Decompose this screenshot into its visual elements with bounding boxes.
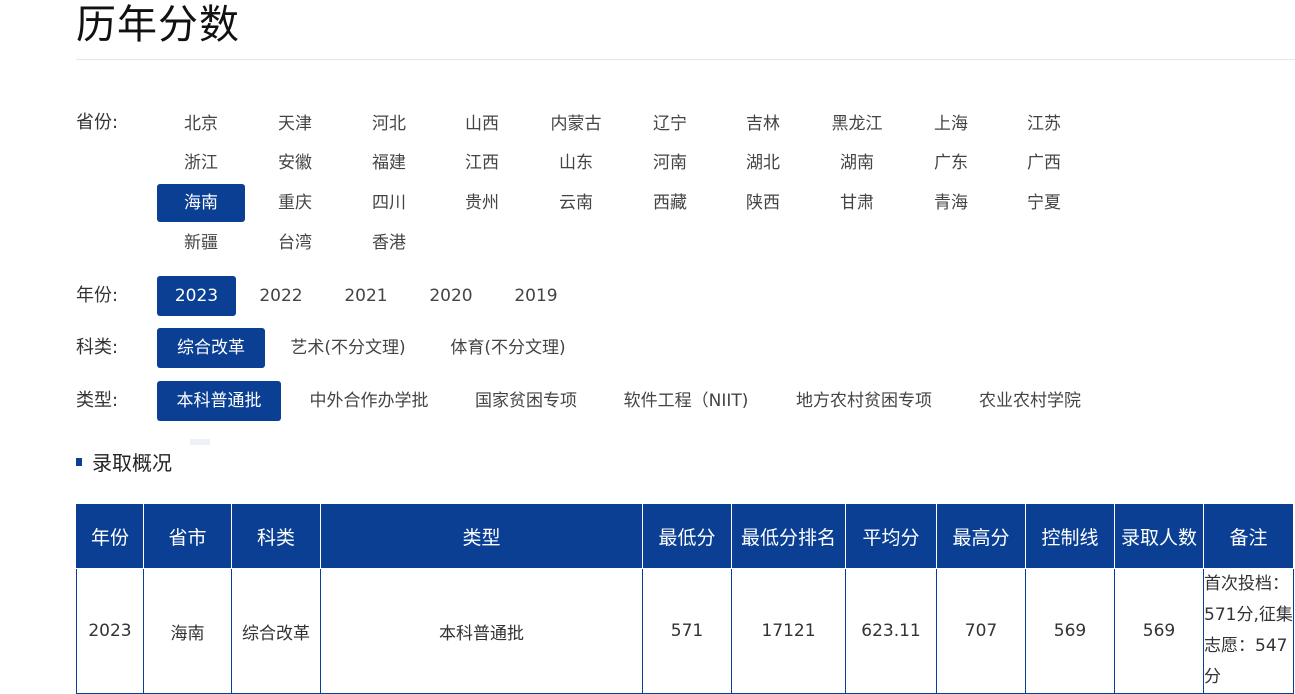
province-option[interactable]: 广东 [907, 144, 995, 182]
table-cell-min-rank: 17121 [731, 568, 846, 694]
province-option[interactable]: 陕西 [719, 184, 807, 222]
year-option[interactable]: 2020 [416, 276, 486, 316]
province-option[interactable]: 宁夏 [1000, 184, 1088, 222]
year-option[interactable]: 2021 [331, 276, 401, 316]
category-option[interactable]: 体育(不分文理) [440, 328, 576, 368]
year-option[interactable]: 2022 [246, 276, 316, 316]
admission-table: 年份 省市 科类 类型 最低分 最低分排名 平均分 最高分 控制线 录取人数 备… [76, 503, 1294, 694]
column-header: 录取人数 [1114, 503, 1204, 569]
table-cell-max-score: 707 [936, 568, 1026, 694]
column-header: 最低分 [642, 503, 732, 569]
province-filter-label: 省份: [76, 112, 119, 133]
section-title: 录取概况 [92, 451, 172, 475]
column-header: 类型 [320, 503, 643, 569]
province-option[interactable]: 台湾 [251, 224, 339, 262]
table-header-row: 年份 省市 科类 类型 最低分 最低分排名 平均分 最高分 控制线 录取人数 备… [76, 503, 1294, 569]
year-filter-label: 年份: [76, 285, 119, 306]
province-option[interactable]: 辽宁 [626, 105, 714, 143]
province-option[interactable]: 甘肃 [813, 184, 901, 222]
type-filter-label: 类型: [76, 390, 119, 411]
type-option[interactable]: 软件工程（NIIT) [612, 381, 760, 421]
table-cell-note: 首次投档：571分,征集志愿：547分 [1203, 568, 1294, 694]
province-option[interactable]: 山西 [438, 105, 526, 143]
province-option[interactable]: 广西 [1000, 144, 1088, 182]
province-option[interactable]: 江苏 [1000, 105, 1088, 143]
type-option[interactable]: 中外合作办学批 [296, 381, 442, 421]
table-cell-year: 2023 [76, 568, 144, 694]
title-divider [76, 59, 1295, 60]
type-option[interactable]: 农业农村学院 [966, 381, 1094, 421]
table-cell-avg-score: 623.11 [845, 568, 937, 694]
table-cell-province: 海南 [143, 568, 232, 694]
province-option[interactable]: 上海 [907, 105, 995, 143]
province-option[interactable]: 香港 [345, 224, 433, 262]
category-option[interactable]: 艺术(不分文理) [280, 328, 416, 368]
province-option[interactable]: 山东 [532, 144, 620, 182]
province-option[interactable]: 天津 [251, 105, 339, 143]
table-cell-min-score: 571 [642, 568, 732, 694]
province-option[interactable]: 西藏 [626, 184, 714, 222]
province-option[interactable]: 新疆 [157, 224, 245, 262]
year-option[interactable]: 2019 [501, 276, 571, 316]
column-header: 平均分 [845, 503, 937, 569]
province-option[interactable]: 青海 [907, 184, 995, 222]
province-option[interactable]: 黑龙江 [813, 105, 901, 143]
table-cell-admitted-count: 569 [1114, 568, 1204, 694]
province-option[interactable]: 北京 [157, 105, 245, 143]
type-option-selected[interactable]: 本科普通批 [157, 381, 281, 421]
column-header: 最低分排名 [731, 503, 846, 569]
year-option-selected[interactable]: 2023 [157, 276, 236, 316]
province-option[interactable]: 吉林 [719, 105, 807, 143]
province-option[interactable]: 内蒙古 [532, 105, 620, 143]
province-option[interactable]: 江西 [438, 144, 526, 182]
province-option[interactable]: 浙江 [157, 144, 245, 182]
province-option[interactable]: 湖北 [719, 144, 807, 182]
section-bullet-icon [76, 458, 82, 466]
column-header: 最高分 [936, 503, 1026, 569]
column-header: 年份 [76, 503, 144, 569]
page-title: 历年分数 [76, 2, 240, 48]
province-option[interactable]: 贵州 [438, 184, 526, 222]
province-option[interactable]: 福建 [345, 144, 433, 182]
table-cell-category: 综合改革 [231, 568, 321, 694]
column-header: 控制线 [1025, 503, 1115, 569]
province-option[interactable]: 重庆 [251, 184, 339, 222]
table-row: 2023 海南 综合改革 本科普通批 571 17121 623.11 707 … [76, 568, 1294, 694]
province-option[interactable]: 四川 [345, 184, 433, 222]
province-option[interactable]: 河南 [626, 144, 714, 182]
column-header: 省市 [143, 503, 232, 569]
column-header: 科类 [231, 503, 321, 569]
province-option[interactable]: 安徽 [251, 144, 339, 182]
province-option[interactable]: 云南 [532, 184, 620, 222]
type-option[interactable]: 国家贫困专项 [462, 381, 590, 421]
province-option[interactable]: 湖南 [813, 144, 901, 182]
province-option-selected[interactable]: 海南 [157, 184, 245, 222]
table-cell-type: 本科普通批 [320, 568, 643, 694]
type-option[interactable]: 地方农村贫困专项 [782, 381, 946, 421]
category-option-selected[interactable]: 综合改革 [157, 328, 265, 368]
decorative-tab-marker [190, 439, 210, 445]
category-filter-label: 科类: [76, 337, 119, 358]
province-option[interactable]: 河北 [345, 105, 433, 143]
table-cell-control-line: 569 [1025, 568, 1115, 694]
column-header: 备注 [1203, 503, 1294, 569]
